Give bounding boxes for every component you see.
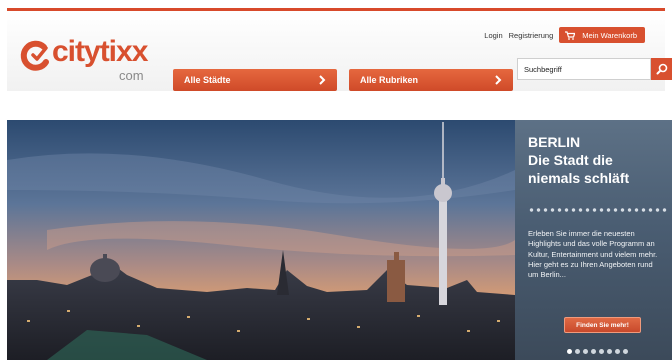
cart-label: Mein Warenkorb (582, 30, 637, 40)
hero-slider: BERLIN Die Stadt die niemals schläft Erl… (7, 120, 672, 360)
slide-dot[interactable] (567, 349, 572, 354)
all-cities-dropdown[interactable]: Alle Städte (173, 69, 337, 91)
search-input[interactable] (518, 59, 650, 79)
chevron-right-icon (495, 75, 502, 85)
all-cities-label: Alle Städte (184, 75, 231, 85)
citytixx-logo[interactable]: citytixx com (19, 35, 154, 89)
slide-dot[interactable] (599, 349, 604, 354)
search-box (517, 58, 651, 80)
logo-c-icon (20, 40, 49, 71)
dotted-divider (528, 208, 668, 212)
slider-pagination (567, 349, 631, 354)
hero-title-line: niemals schläft (528, 170, 630, 186)
cart-button[interactable]: Mein Warenkorb (559, 27, 645, 43)
hero-title-line: BERLIN (528, 134, 581, 150)
login-link[interactable]: Login (484, 31, 502, 40)
slide-dot[interactable] (575, 349, 580, 354)
slide-dot[interactable] (591, 349, 596, 354)
hero-title-line: Die Stadt die (528, 152, 613, 168)
hero-title: BERLIN Die Stadt die niemals schläft (528, 133, 629, 187)
search-button[interactable] (651, 58, 672, 80)
berlin-skyline-photo (7, 120, 515, 360)
logo-wordmark: citytixx (52, 35, 148, 68)
all-categories-label: Alle Rubriken (360, 75, 419, 85)
register-link[interactable]: Registrierung (509, 31, 554, 40)
hero-info-panel: BERLIN Die Stadt die niemals schläft Erl… (515, 120, 672, 360)
chevron-right-icon (319, 75, 326, 85)
slide-dot[interactable] (583, 349, 588, 354)
slide-dot[interactable] (623, 349, 628, 354)
cart-icon (565, 30, 576, 40)
logo-suffix: com (119, 68, 144, 83)
slide-dot[interactable] (607, 349, 612, 354)
hero-description: Erleben Sie immer die neuesten Highlight… (528, 229, 658, 280)
all-categories-dropdown[interactable]: Alle Rubriken (349, 69, 513, 91)
account-links: Login Registrierung Mein Warenkorb (484, 27, 645, 43)
slide-dot[interactable] (615, 349, 620, 354)
find-more-button[interactable]: Finden Sie mehr! (564, 317, 641, 333)
search-icon (656, 63, 668, 75)
